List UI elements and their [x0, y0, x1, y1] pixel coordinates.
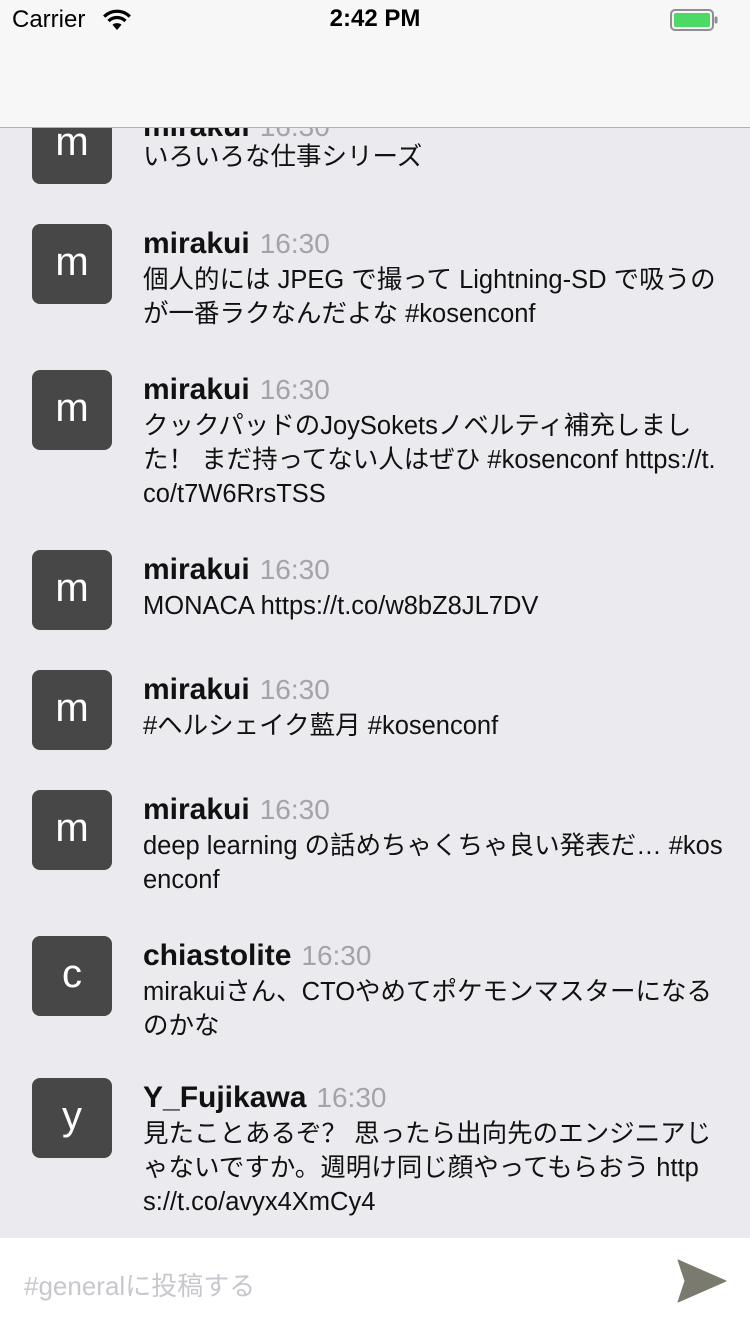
composer-bar	[0, 1238, 750, 1334]
avatar[interactable]: m	[32, 550, 112, 630]
avatar[interactable]: y	[32, 1078, 112, 1158]
message-username: mirakui16:30	[143, 373, 330, 406]
message-timestamp: 16:30	[259, 794, 330, 825]
message-timestamp: 16:30	[316, 1082, 387, 1113]
message-list[interactable]: m mirakui16:30 いろいろな仕事シリーズ m mirakui16:3…	[0, 0, 750, 1238]
message-username: chiastolite 16:30	[143, 939, 372, 972]
message-username: mirakui16:30	[143, 227, 330, 260]
message-text: MONACA https://t.co/w8bZ8JL7DV	[143, 592, 539, 620]
message-text: deep learning の話めちゃくちゃ良い発表だ… #kosenconf	[143, 832, 723, 894]
avatar[interactable]: m	[32, 224, 112, 304]
message-text: いろいろな仕事シリーズ	[143, 143, 423, 171]
message-text: 個人的には JPEG で撮って Lightning-SD で吸うのが一番ラクなん…	[143, 266, 716, 328]
message-timestamp: 16:30	[301, 940, 372, 971]
status-time: 2:42 PM	[329, 5, 421, 32]
message-username: mirakui16:30	[143, 793, 330, 826]
avatar[interactable]: c	[32, 936, 112, 1016]
message-text: #ヘルシェイク藍月 #kosenconf	[143, 712, 499, 740]
message-timestamp: 16:30	[259, 674, 330, 705]
message-username: mirakui16:30	[143, 553, 330, 586]
battery-icon	[670, 9, 718, 31]
message-timestamp: 16:30	[259, 374, 330, 405]
message-text: mirakuiさん、CTOやめてポケモンマスターになるのかな	[143, 978, 713, 1040]
avatar[interactable]: m	[32, 370, 112, 450]
message-text: クックパッドのJoySoketsノベルティ補充しました！ まだ持ってない人はぜひ…	[143, 412, 716, 508]
navigation-bar	[0, 40, 750, 128]
message-timestamp: 16:30	[259, 554, 330, 585]
avatar[interactable]: m	[32, 790, 112, 870]
message-timestamp: 16:30	[259, 228, 330, 259]
message-username: Y_Fujikawa 16:30	[143, 1081, 387, 1114]
send-icon[interactable]	[676, 1258, 728, 1304]
message-username: mirakui16:30	[143, 673, 330, 706]
message-text: 見たことあるぞ？ 思ったら出向先のエンジニアじゃないですか。週明け同じ顔やっても…	[143, 1120, 712, 1216]
status-bar: Carrier 2:42 PM	[0, 0, 750, 40]
avatar[interactable]: m	[32, 670, 112, 750]
message-input[interactable]	[24, 1266, 624, 1306]
